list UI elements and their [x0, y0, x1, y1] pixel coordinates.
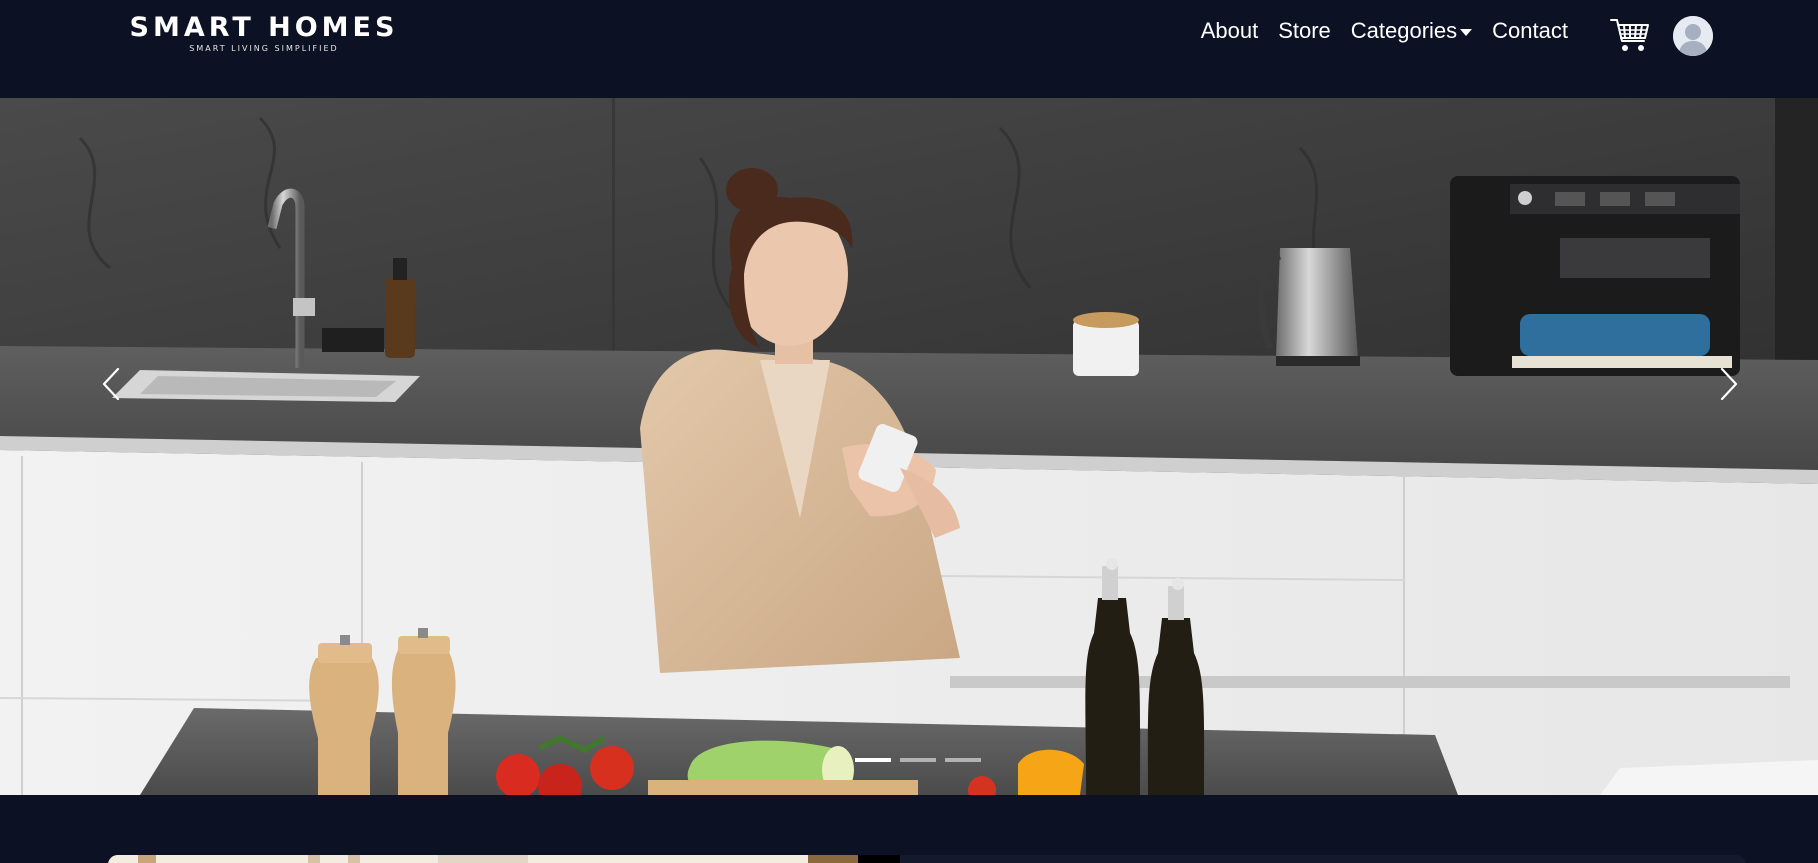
hero-image	[0, 98, 1818, 795]
nav-categories-dropdown[interactable]: Categories	[1350, 18, 1473, 44]
main-nav: About Store Categories Contact	[1201, 18, 1568, 44]
hero-carousel	[0, 98, 1818, 795]
carousel-indicator-3[interactable]	[945, 758, 981, 762]
nav-store[interactable]: Store	[1278, 18, 1331, 44]
featured-card-photo	[108, 855, 904, 863]
featured-card-image[interactable]	[108, 855, 904, 863]
caret-down-icon	[1460, 28, 1473, 36]
featured-section	[0, 795, 1818, 863]
carousel-indicator-1[interactable]	[855, 758, 891, 762]
nav-about[interactable]: About	[1201, 18, 1259, 44]
chevron-right-icon	[1720, 367, 1738, 401]
carousel-indicators	[855, 758, 981, 762]
brand-logo[interactable]: SMART HOMES SMART LIVING SIMPLIFIED	[124, 12, 404, 53]
cart-icon[interactable]	[1610, 16, 1650, 54]
user-avatar-icon[interactable]	[1673, 16, 1713, 56]
carousel-next-button[interactable]	[1698, 354, 1758, 414]
navbar: SMART HOMES SMART LIVING SIMPLIFIED Abou…	[0, 0, 1818, 98]
nav-contact[interactable]: Contact	[1492, 18, 1568, 44]
featured-card-info	[900, 855, 1746, 863]
carousel-indicator-2[interactable]	[900, 758, 936, 762]
featured-card-decoration	[900, 855, 1746, 863]
brand-title: SMART HOMES	[129, 12, 399, 43]
chevron-left-icon	[102, 367, 120, 401]
carousel-prev-button[interactable]	[82, 354, 142, 414]
brand-tagline: SMART LIVING SIMPLIFIED	[189, 44, 339, 53]
nav-categories-label: Categories	[1350, 18, 1458, 43]
